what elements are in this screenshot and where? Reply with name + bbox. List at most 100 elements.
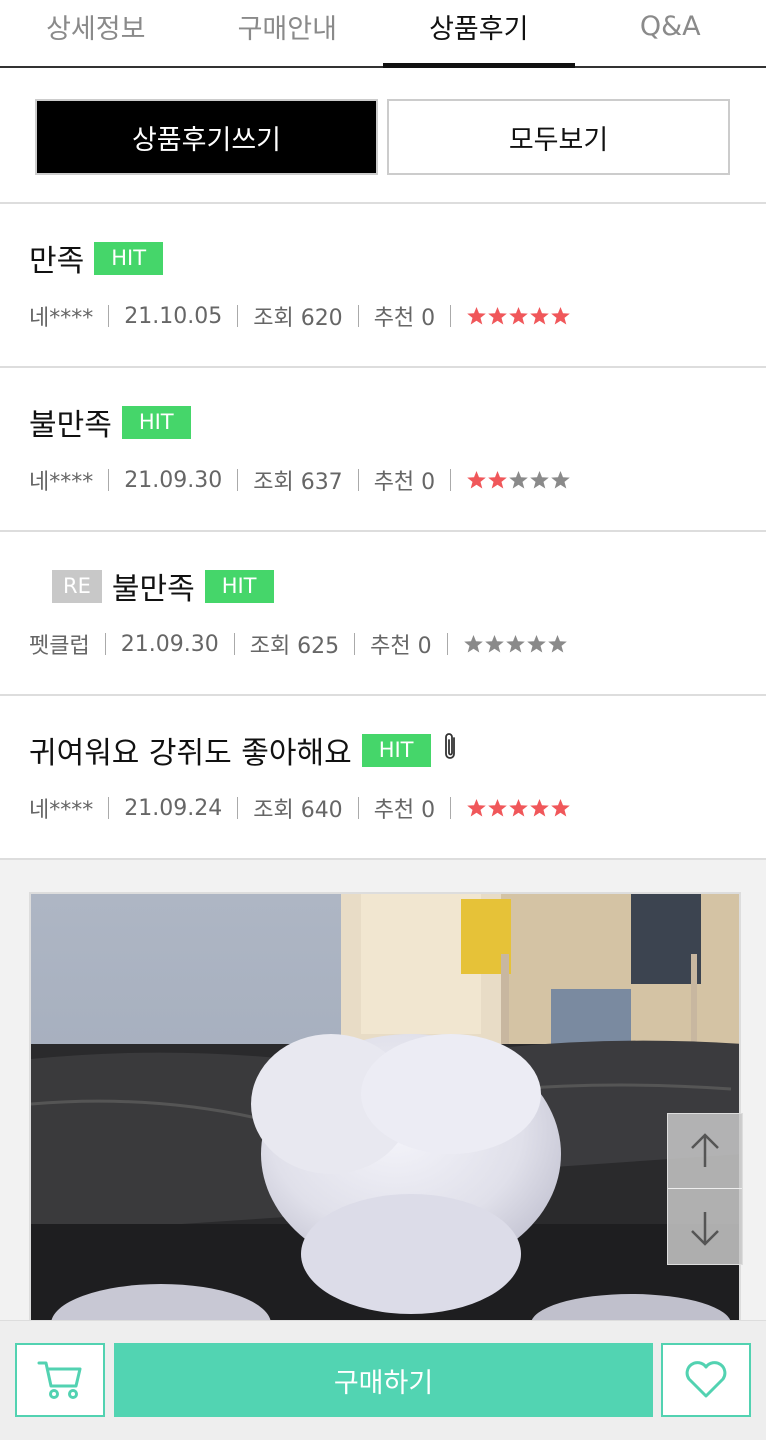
review-recommend: 추천 0 — [373, 470, 436, 495]
scroll-top-button[interactable] — [668, 1114, 742, 1189]
divider — [108, 797, 110, 819]
hit-badge: HIT — [94, 241, 164, 275]
divider — [108, 469, 110, 491]
dog-photo-illustration — [31, 894, 739, 1320]
review-date: 21.10.05 — [124, 303, 223, 329]
review-views: 조회 620 — [253, 306, 343, 331]
divider — [357, 305, 359, 327]
review-date: 21.09.24 — [124, 795, 223, 821]
divider — [357, 797, 359, 819]
review-title-row: 불만족 HIT — [29, 402, 191, 443]
star-icon — [529, 306, 550, 326]
review-recommend: 추천 0 — [373, 306, 436, 331]
bottom-action-bar: 구매하기 — [0, 1320, 766, 1440]
star-icon — [487, 306, 508, 326]
review-meta: 네**** 21.09.30 조회 637 추천 0 — [29, 464, 571, 496]
review-item[interactable]: 불만족 HIT 네**** 21.09.30 조회 637 추천 0 — [0, 368, 766, 532]
review-title-row: 만족 HIT — [29, 238, 164, 279]
review-author: 네**** — [29, 470, 94, 495]
review-date: 21.09.30 — [120, 631, 219, 657]
review-date: 21.09.30 — [124, 467, 223, 493]
hit-badge: HIT — [204, 569, 274, 603]
star-icon — [529, 470, 550, 490]
arrow-up-icon — [691, 1133, 719, 1167]
divider — [108, 305, 110, 327]
review-recommend: 추천 0 — [370, 634, 432, 659]
review-photo-area — [0, 860, 766, 1322]
review-author: 네**** — [29, 306, 94, 331]
review-meta: 네**** 21.10.05 조회 620 추천 0 — [29, 300, 571, 332]
review-title-row: 귀여워요 강쥐도 좋아해요 HIT — [29, 730, 459, 771]
star-icon — [550, 470, 571, 490]
divider — [450, 797, 452, 819]
star-icon — [508, 306, 529, 326]
divider — [450, 469, 452, 491]
divider — [450, 305, 452, 327]
star-icon — [508, 470, 529, 490]
review-recommend: 추천 0 — [373, 798, 436, 823]
review-views: 조회 637 — [253, 470, 343, 495]
review-meta: 펫클럽 21.09.30 조회 625 추천 0 — [29, 628, 568, 660]
review-author: 펫클럽 — [29, 634, 90, 659]
write-review-button[interactable]: 상품후기쓰기 — [35, 99, 378, 175]
hit-badge: HIT — [361, 733, 431, 767]
star-icon — [526, 634, 547, 654]
divider — [237, 305, 239, 327]
hit-badge: HIT — [121, 405, 191, 439]
wishlist-button[interactable] — [661, 1343, 751, 1417]
scroll-controls — [667, 1113, 743, 1265]
review-item[interactable]: 귀여워요 강쥐도 좋아해요 HIT 네**** 21.09.24 조회 640 … — [0, 696, 766, 860]
star-icon — [508, 798, 529, 818]
star-rating — [466, 470, 571, 490]
review-title: 만족 — [29, 244, 85, 279]
review-meta: 네**** 21.09.24 조회 640 추천 0 — [29, 792, 571, 824]
star-rating — [466, 798, 571, 818]
star-icon — [550, 798, 571, 818]
star-icon — [550, 306, 571, 326]
star-icon — [484, 634, 505, 654]
star-icon — [466, 798, 487, 818]
star-icon — [487, 470, 508, 490]
divider — [233, 633, 235, 655]
view-all-button[interactable]: 모두보기 — [387, 99, 730, 175]
divider — [446, 633, 448, 655]
review-views: 조회 640 — [253, 798, 343, 823]
star-icon — [466, 470, 487, 490]
paperclip-icon — [441, 732, 459, 769]
star-icon — [529, 798, 550, 818]
review-title: 불만족 — [111, 572, 195, 607]
arrow-down-icon — [691, 1211, 719, 1246]
star-icon — [463, 634, 484, 654]
tab-bar: 상세정보 구매안내 상품후기 Q&A — [0, 0, 766, 68]
star-rating — [466, 306, 571, 326]
star-rating — [463, 634, 568, 654]
star-icon — [547, 634, 568, 654]
divider — [354, 633, 356, 655]
review-views: 조회 625 — [249, 634, 340, 659]
review-title: 불만족 — [29, 408, 112, 443]
star-icon — [487, 798, 508, 818]
tab-detail[interactable]: 상세정보 — [0, 0, 192, 66]
reply-badge: RE — [52, 569, 102, 603]
review-author: 네**** — [29, 798, 94, 823]
divider — [357, 469, 359, 491]
divider — [237, 797, 239, 819]
review-item[interactable]: RE 불만족 HIT 펫클럽 21.09.30 조회 625 추천 0 — [0, 532, 766, 696]
tab-qna[interactable]: Q&A — [575, 0, 766, 66]
buy-button[interactable]: 구매하기 — [114, 1343, 653, 1417]
review-item[interactable]: 만족 HIT 네**** 21.10.05 조회 620 추천 0 — [0, 204, 766, 368]
review-title-row: RE 불만족 HIT — [29, 566, 274, 607]
heart-icon — [685, 1361, 727, 1398]
star-icon — [466, 306, 487, 326]
review-actions: 상품후기쓰기 모두보기 — [0, 68, 766, 204]
cart-button[interactable] — [15, 1343, 105, 1417]
divider — [104, 633, 106, 655]
star-icon — [505, 634, 526, 654]
review-title: 귀여워요 강쥐도 좋아해요 — [29, 736, 352, 771]
divider — [237, 469, 239, 491]
cart-icon — [37, 1361, 82, 1399]
scroll-bottom-button[interactable] — [668, 1190, 742, 1265]
tab-reviews[interactable]: 상품후기 — [383, 0, 575, 68]
tab-purchase-guide[interactable]: 구매안내 — [192, 0, 384, 66]
review-photo[interactable] — [29, 892, 741, 1322]
